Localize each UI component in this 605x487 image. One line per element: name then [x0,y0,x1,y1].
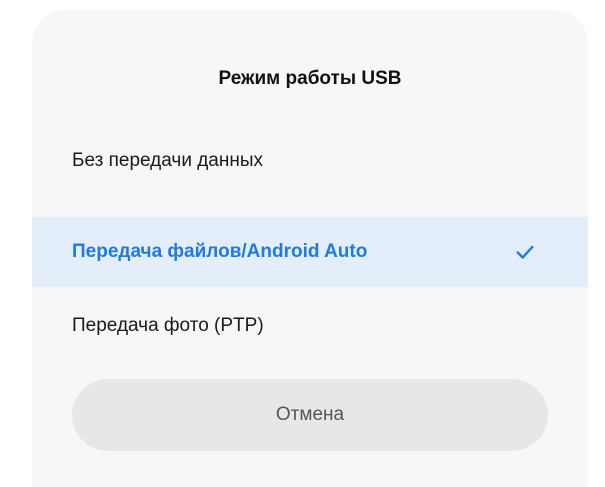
usb-mode-dialog: Режим работы USB Без передачи данных Пер… [32,10,588,487]
option-label: Без передачи данных [72,150,264,171]
check-icon [516,245,534,259]
option-label: Передача файлов/Android Auto [72,241,368,262]
option-file-transfer-android-auto[interactable]: Передача файлов/Android Auto [32,217,588,287]
option-photo-transfer-ptp[interactable]: Передача фото (PTP) [32,295,588,357]
option-label: Передача фото (PTP) [72,315,264,336]
option-no-data-transfer[interactable]: Без передачи данных [32,130,588,192]
dialog-title: Режим работы USB [218,68,402,89]
cancel-button[interactable]: Отмена [72,379,548,451]
